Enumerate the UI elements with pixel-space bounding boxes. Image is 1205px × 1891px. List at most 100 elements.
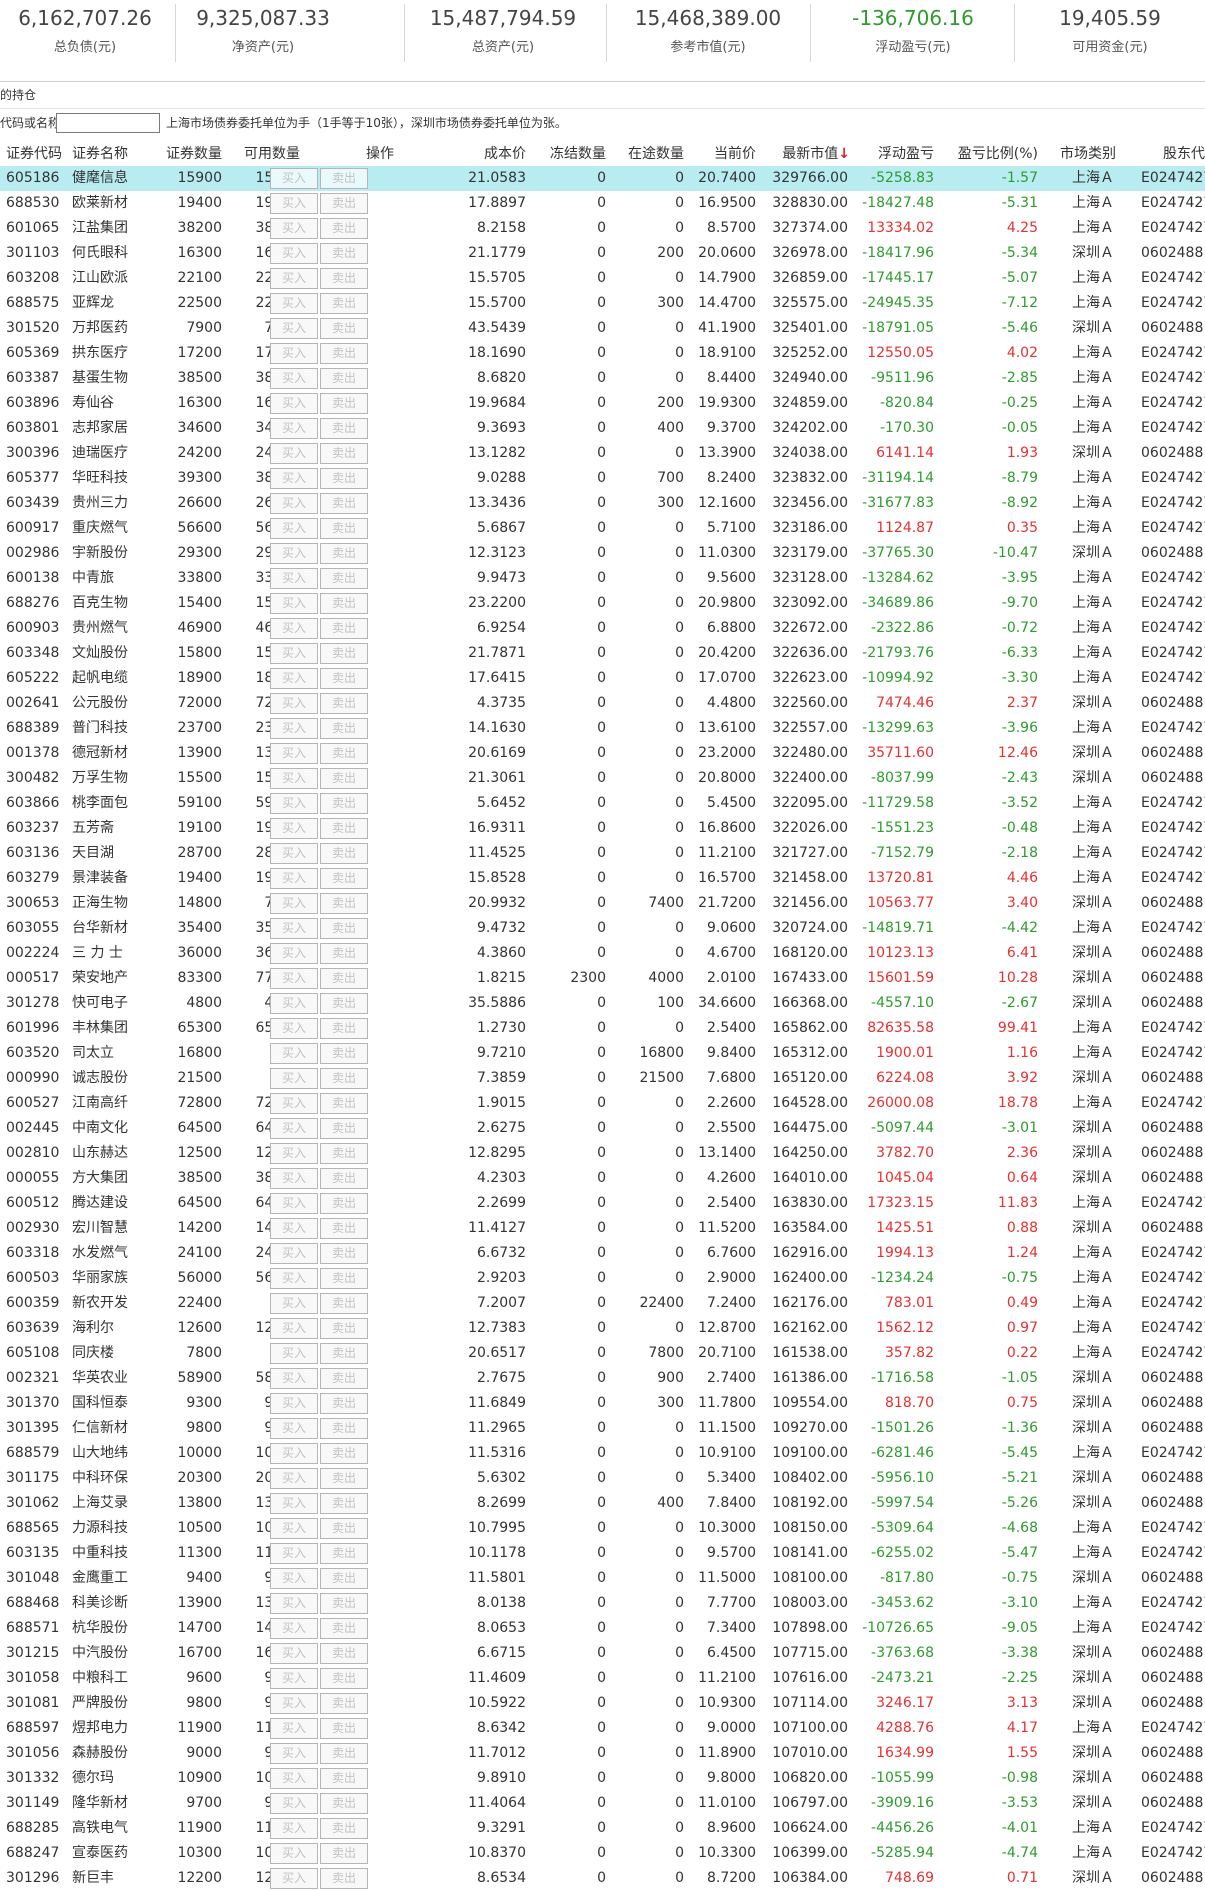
buy-button[interactable]: 买入	[270, 743, 318, 764]
buy-button[interactable]: 买入	[270, 1293, 318, 1314]
sell-button[interactable]: 卖出	[320, 1468, 368, 1489]
table-row[interactable]: 600138中青旅33800338009.9473009.5600323128.…	[0, 566, 1205, 591]
table-row[interactable]: 600359新农开发2240007.20070224007.2400162176…	[0, 1291, 1205, 1316]
column-header-cost[interactable]: 成本价	[460, 143, 526, 165]
sell-button[interactable]: 卖出	[320, 1118, 368, 1139]
table-row[interactable]: 002321华英农业58900580002.767509002.74001613…	[0, 1366, 1205, 1391]
table-row[interactable]: 301103何氏眼科163001610021.1779020020.060032…	[0, 241, 1205, 266]
sell-button[interactable]: 卖出	[320, 1043, 368, 1064]
table-row[interactable]: 605108同庆楼7800020.65170780020.7100161538.…	[0, 1341, 1205, 1366]
sell-button[interactable]: 卖出	[320, 1543, 368, 1564]
buy-button[interactable]: 买入	[270, 1618, 318, 1639]
sell-button[interactable]: 卖出	[320, 818, 368, 839]
sell-button[interactable]: 卖出	[320, 418, 368, 439]
column-header-quantity[interactable]: 证券数量	[150, 143, 222, 165]
buy-button[interactable]: 买入	[270, 1193, 318, 1214]
table-row[interactable]: 688565力源科技105001050010.79950010.30001081…	[0, 1516, 1205, 1541]
buy-button[interactable]: 买入	[270, 693, 318, 714]
table-row[interactable]: 603135中重科技113001130010.1178009.570010814…	[0, 1541, 1205, 1566]
sell-button[interactable]: 卖出	[320, 593, 368, 614]
sell-button[interactable]: 卖出	[320, 543, 368, 564]
table-row[interactable]: 300653正海生物14800740020.99320740021.720032…	[0, 891, 1205, 916]
table-row[interactable]: 002224三 力 士36000360004.3860004.670016812…	[0, 941, 1205, 966]
table-row[interactable]: 688285高铁电气11900119009.3291008.9600106624…	[0, 1816, 1205, 1841]
buy-button[interactable]: 买入	[270, 1243, 318, 1264]
sell-button[interactable]: 卖出	[320, 1668, 368, 1689]
table-row[interactable]: 301149隆华新材9700970011.40640011.0100106797…	[0, 1791, 1205, 1816]
buy-button[interactable]: 买入	[270, 1668, 318, 1689]
table-row[interactable]: 000055方大集团38500385004.2303004.2600164010…	[0, 1166, 1205, 1191]
sell-button[interactable]: 卖出	[320, 168, 368, 189]
buy-button[interactable]: 买入	[270, 793, 318, 814]
buy-button[interactable]: 买入	[270, 1743, 318, 1764]
table-row[interactable]: 688575亚辉龙225002220015.5700030014.4700325…	[0, 291, 1205, 316]
table-row[interactable]: 002641公元股份72000720004.3735004.4800322560…	[0, 691, 1205, 716]
sell-button[interactable]: 卖出	[320, 218, 368, 239]
sell-button[interactable]: 卖出	[320, 893, 368, 914]
sell-button[interactable]: 卖出	[320, 718, 368, 739]
buy-button[interactable]: 买入	[270, 918, 318, 939]
column-header-pnl[interactable]: 浮动盈亏	[860, 143, 934, 165]
table-row[interactable]: 688579山大地纬100001000011.53160010.91001091…	[0, 1441, 1205, 1466]
sell-button[interactable]: 卖出	[320, 1093, 368, 1114]
buy-button[interactable]: 买入	[270, 443, 318, 464]
sell-button[interactable]: 卖出	[320, 518, 368, 539]
buy-button[interactable]: 买入	[270, 1443, 318, 1464]
sell-button[interactable]: 卖出	[320, 1693, 368, 1714]
sell-button[interactable]: 卖出	[320, 293, 368, 314]
buy-button[interactable]: 买入	[270, 768, 318, 789]
table-row[interactable]: 002445中南文化64500645002.6275002.5500164475…	[0, 1116, 1205, 1141]
sell-button[interactable]: 卖出	[320, 918, 368, 939]
table-row[interactable]: 301278快可电子4800470035.5886010034.66001663…	[0, 991, 1205, 1016]
buy-button[interactable]: 买入	[270, 668, 318, 689]
sell-button[interactable]: 卖出	[320, 1318, 368, 1339]
buy-button[interactable]: 买入	[270, 468, 318, 489]
table-row[interactable]: 688247宣泰医药103001030010.83700010.33001063…	[0, 1841, 1205, 1866]
sell-button[interactable]: 卖出	[320, 1743, 368, 1764]
sell-button[interactable]: 卖出	[320, 1168, 368, 1189]
buy-button[interactable]: 买入	[270, 543, 318, 564]
buy-button[interactable]: 买入	[270, 368, 318, 389]
sell-button[interactable]: 卖出	[320, 1793, 368, 1814]
sell-button[interactable]: 卖出	[320, 443, 368, 464]
buy-button[interactable]: 买入	[270, 1793, 318, 1814]
buy-button[interactable]: 买入	[270, 868, 318, 889]
buy-button[interactable]: 买入	[270, 318, 318, 339]
buy-button[interactable]: 买入	[270, 593, 318, 614]
buy-button[interactable]: 买入	[270, 1768, 318, 1789]
buy-button[interactable]: 买入	[270, 268, 318, 289]
buy-button[interactable]: 买入	[270, 1068, 318, 1089]
sell-button[interactable]: 卖出	[320, 1343, 368, 1364]
table-row[interactable]: 600512腾达建设64500645002.2699002.5400163830…	[0, 1191, 1205, 1216]
buy-button[interactable]: 买入	[270, 1368, 318, 1389]
buy-button[interactable]: 买入	[270, 843, 318, 864]
sell-button[interactable]: 卖出	[320, 1843, 368, 1864]
table-row[interactable]: 688530欧莱新材194001940017.88970016.95003288…	[0, 191, 1205, 216]
buy-button[interactable]: 买入	[270, 1718, 318, 1739]
sell-button[interactable]: 卖出	[320, 643, 368, 664]
buy-button[interactable]: 买入	[270, 1818, 318, 1839]
sell-button[interactable]: 卖出	[320, 1393, 368, 1414]
table-row[interactable]: 688597煜邦电力11900119008.6342009.0000107100…	[0, 1716, 1205, 1741]
sell-button[interactable]: 卖出	[320, 968, 368, 989]
sell-button[interactable]: 卖出	[320, 1293, 368, 1314]
sell-button[interactable]: 卖出	[320, 1718, 368, 1739]
table-row[interactable]: 301215中汽股份16700167006.6715006.4500107715…	[0, 1641, 1205, 1666]
buy-button[interactable]: 买入	[270, 968, 318, 989]
table-row[interactable]: 688468科美诊断13900139008.0138007.7700108003…	[0, 1591, 1205, 1616]
table-row[interactable]: 601996丰林集团65300653001.2730002.5400165862…	[0, 1016, 1205, 1041]
sell-button[interactable]: 卖出	[320, 568, 368, 589]
buy-button[interactable]: 买入	[270, 1093, 318, 1114]
sell-button[interactable]: 卖出	[320, 343, 368, 364]
table-row[interactable]: 301062上海艾录13800134008.269904007.84001081…	[0, 1491, 1205, 1516]
table-row[interactable]: 600917重庆燃气56600566005.6867005.7100323186…	[0, 516, 1205, 541]
sell-button[interactable]: 卖出	[320, 1618, 368, 1639]
sell-button[interactable]: 卖出	[320, 393, 368, 414]
table-row[interactable]: 603208江山欧派221002210015.57050014.79003268…	[0, 266, 1205, 291]
table-row[interactable]: 603439贵州三力266002630013.3436030012.160032…	[0, 491, 1205, 516]
table-row[interactable]: 603639海利尔126001260012.73830012.870016216…	[0, 1316, 1205, 1341]
buy-button[interactable]: 买入	[270, 193, 318, 214]
table-row[interactable]: 301056森赫股份9000900011.70120011.8900107010…	[0, 1741, 1205, 1766]
sell-button[interactable]: 卖出	[320, 1768, 368, 1789]
sell-button[interactable]: 卖出	[320, 468, 368, 489]
